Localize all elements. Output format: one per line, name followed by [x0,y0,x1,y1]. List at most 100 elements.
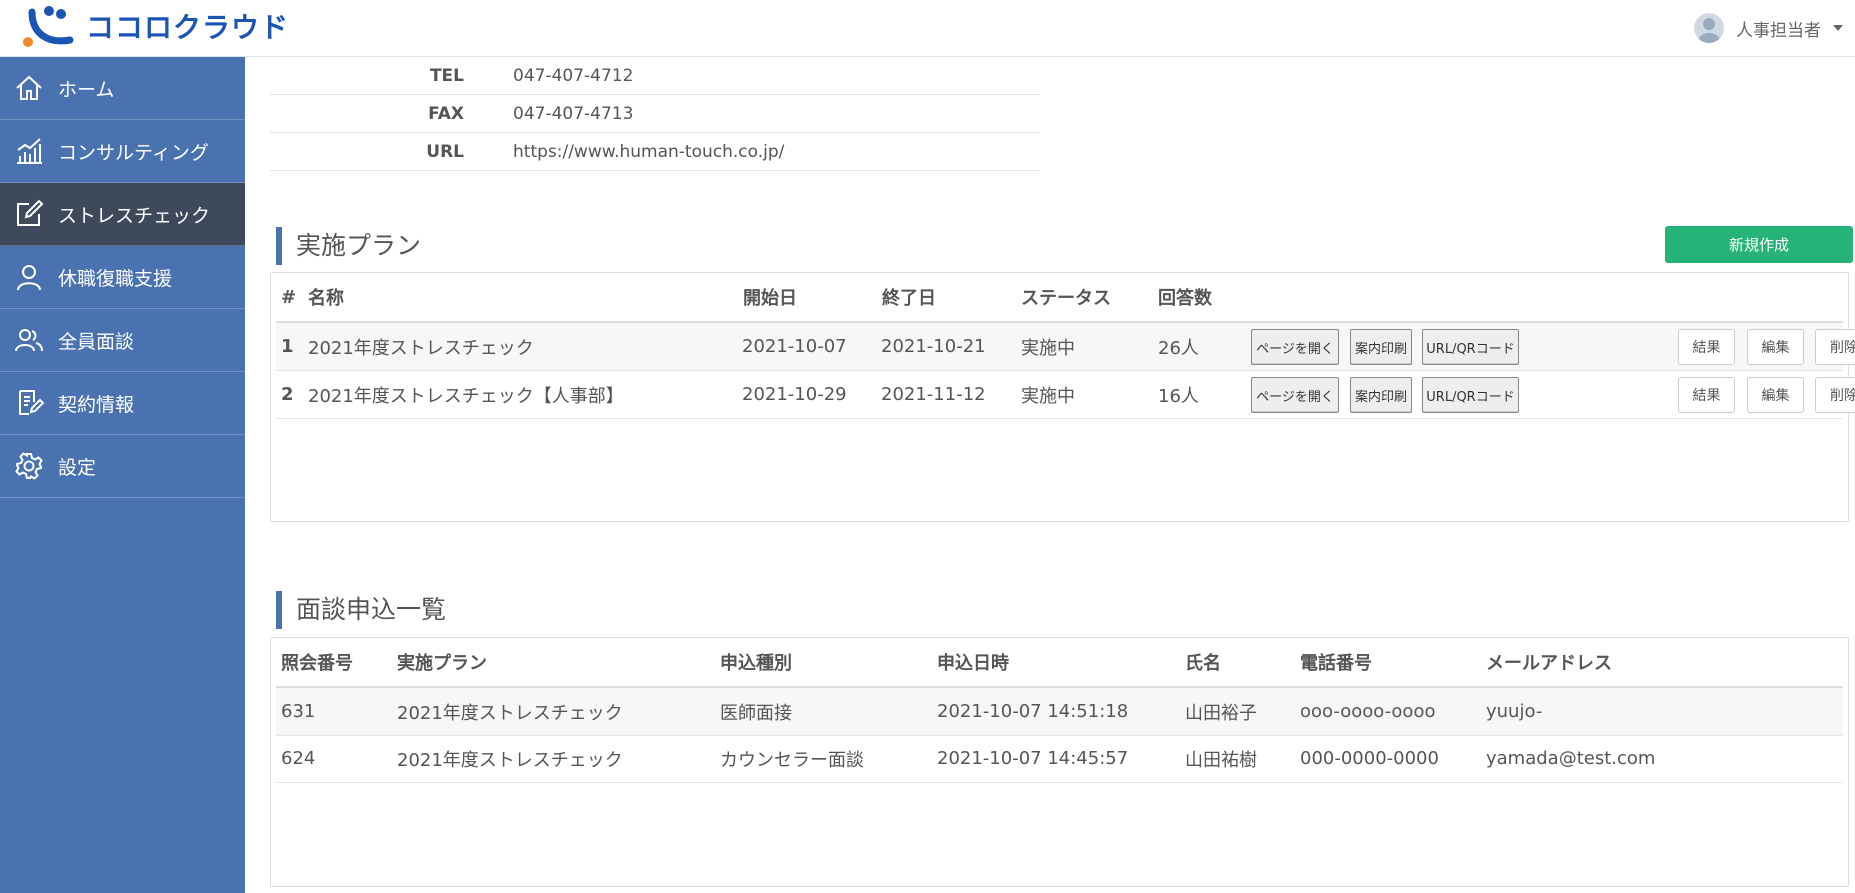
person-icon [14,262,44,292]
email-address: yamada@test.com [1486,748,1656,769]
results-button[interactable]: 結果 [1678,377,1735,413]
col-start-date: 開始日 [743,288,797,309]
person-name: 山田裕子 [1185,702,1257,724]
url-qr-button[interactable]: URL/QRコード [1422,377,1519,413]
logo-icon [23,6,74,47]
plans-table: # 名称 開始日 終了日 ステータス 回答数 1 2021年度ストレスチェック … [270,272,1855,522]
results-button[interactable]: 結果 [1678,329,1735,365]
sidebar-item-label: ストレスチェック [58,204,211,227]
plans-section-title: 実施プラン [276,227,421,265]
start-date: 2021-10-07 [742,336,847,357]
col-type: 申込種別 [720,653,792,674]
chevron-down-icon [1833,25,1843,31]
end-date: 2021-10-21 [881,336,986,357]
col-ref-number: 照会番号 [281,653,353,674]
open-page-button[interactable]: ページを開く [1251,377,1339,413]
interview-type: 医師面接 [720,702,792,724]
info-value: 047-407-4713 [513,103,634,124]
sidebar: ホーム コンサルティング ストレスチェック 休職復職支援 全員面談 契約情報 設… [0,57,245,893]
person-name: 山田祐樹 [1185,749,1257,771]
sidebar-item-all-interviews[interactable]: 全員面談 [0,309,245,372]
gear-icon [14,451,44,481]
people-icon [14,325,44,355]
interviews-table-header: 照会番号 実施プラン 申込種別 申込日時 氏名 電話番号 メールアドレス [276,638,1843,688]
new-plan-button[interactable]: 新規作成 [1665,226,1853,263]
info-row-tel: TEL 047-407-4712 [270,57,1040,95]
col-plan: 実施プラン [397,653,487,674]
info-label: FAX [428,103,464,124]
phone-number: 000-0000-0000 [1300,748,1439,769]
sidebar-item-consulting[interactable]: コンサルティング [0,120,245,183]
sidebar-item-contract[interactable]: 契約情報 [0,372,245,435]
home-icon [14,73,44,103]
answer-count: 26人 [1158,337,1199,359]
plan-name: 2021年度ストレスチェック【人事部】 [308,385,624,407]
delete-button[interactable]: 削除 [1815,377,1855,413]
table-row[interactable]: 624 2021年度ストレスチェック カウンセラー面談 2021-10-07 1… [276,735,1843,783]
col-phone: 電話番号 [1300,653,1372,674]
interviews-section-title: 面談申込一覧 [276,591,446,629]
open-page-button[interactable]: ページを開く [1251,329,1339,365]
sidebar-item-label: コンサルティング [58,141,209,164]
sidebar-item-label: 休職復職支援 [58,267,173,290]
row-number: 1 [281,336,294,357]
print-guide-button[interactable]: 案内印刷 [1350,329,1412,365]
plan-name: 2021年度ストレスチェック [397,702,623,724]
company-info-table: TEL 047-407-4712 FAX 047-407-4713 URL ht… [270,57,1040,171]
table-row: 2 2021年度ストレスチェック【人事部】 2021-10-29 2021-11… [276,371,1855,419]
status: 実施中 [1021,385,1075,407]
ref-number: 631 [281,701,316,722]
col-status: ステータス [1021,288,1111,309]
start-date: 2021-10-29 [742,384,847,405]
status: 実施中 [1021,337,1075,359]
answer-count: 16人 [1158,385,1199,407]
table-row: 1 2021年度ストレスチェック 2021-10-07 2021-10-21 実… [276,323,1855,371]
edit-button[interactable]: 編集 [1747,329,1804,365]
col-email: メールアドレス [1486,653,1612,674]
sidebar-item-label: 全員面談 [58,330,135,353]
request-datetime: 2021-10-07 14:51:18 [937,701,1129,722]
col-number: # [281,286,297,308]
info-value: https://www.human-touch.co.jp/ [513,141,785,162]
plan-name: 2021年度ストレスチェック [308,337,534,359]
end-date: 2021-11-12 [881,384,986,405]
info-value: 047-407-4712 [513,65,634,86]
info-label: TEL [429,65,464,86]
edit-button[interactable]: 編集 [1747,377,1804,413]
info-row-url: URL https://www.human-touch.co.jp/ [270,133,1040,171]
interviews-table: 照会番号 実施プラン 申込種別 申込日時 氏名 電話番号 メールアドレス 631… [270,637,1849,887]
email-address: yuujo- [1486,701,1543,722]
avatar [1694,13,1724,43]
print-guide-button[interactable]: 案内印刷 [1350,377,1412,413]
col-end-date: 終了日 [882,288,936,309]
col-name: 氏名 [1185,653,1221,674]
sidebar-item-label: 契約情報 [58,393,135,416]
delete-button[interactable]: 削除 [1815,329,1855,365]
sidebar-item-stress-check[interactable]: ストレスチェック [0,183,245,246]
col-answers: 回答数 [1158,288,1212,309]
user-name: 人事担当者 [1736,20,1821,41]
app-header: ココロクラウド 人事担当者 [0,0,1855,57]
chart-icon [14,136,44,166]
url-qr-button[interactable]: URL/QRコード [1422,329,1519,365]
info-label: URL [426,141,464,162]
user-menu[interactable]: 人事担当者 [1694,13,1843,43]
edit-icon [14,199,44,229]
interview-type: カウンセラー面談 [720,749,864,771]
main-content: TEL 047-407-4712 FAX 047-407-4713 URL ht… [245,57,1855,893]
sidebar-item-leave-support[interactable]: 休職復職支援 [0,246,245,309]
sidebar-item-label: ホーム [58,78,115,101]
col-datetime: 申込日時 [937,653,1009,674]
plan-name: 2021年度ストレスチェック [397,749,623,771]
info-row-fax: FAX 047-407-4713 [270,95,1040,133]
brand-name: ココロクラウド [86,11,290,44]
col-name: 名称 [308,288,344,309]
sidebar-item-label: 設定 [58,456,97,479]
sidebar-item-home[interactable]: ホーム [0,57,245,120]
table-row[interactable]: 631 2021年度ストレスチェック 医師面接 2021-10-07 14:51… [276,688,1843,736]
phone-number: ooo-oooo-oooo [1300,701,1436,722]
row-number: 2 [281,384,294,405]
plans-table-header: # 名称 開始日 終了日 ステータス 回答数 [276,273,1843,323]
ref-number: 624 [281,748,316,769]
sidebar-item-settings[interactable]: 設定 [0,435,245,498]
